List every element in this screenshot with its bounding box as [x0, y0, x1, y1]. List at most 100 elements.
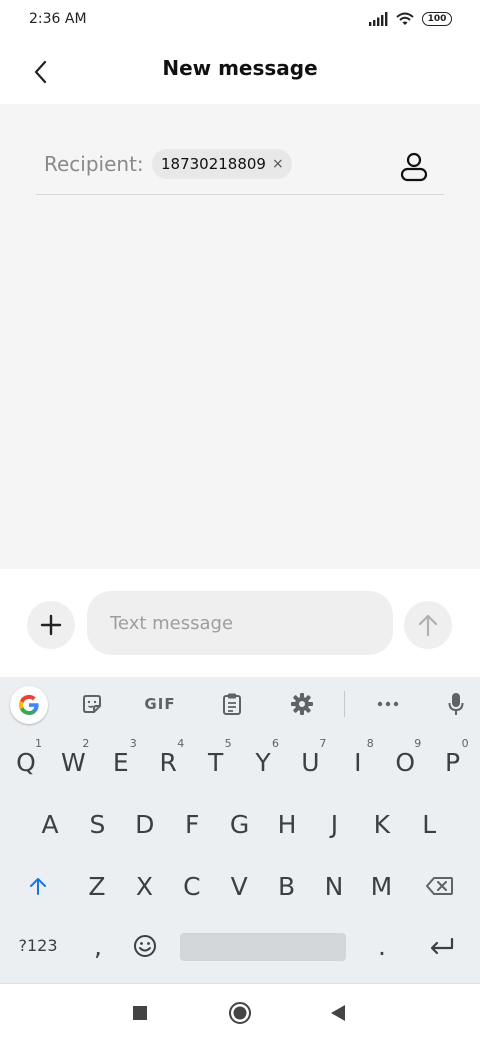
signal-icon: [369, 12, 388, 26]
key-h[interactable]: H: [263, 795, 311, 853]
send-button[interactable]: [404, 601, 452, 649]
page-title: New message: [162, 56, 318, 80]
voice-input-button[interactable]: [440, 688, 472, 720]
sticker-button[interactable]: [76, 688, 108, 720]
remove-recipient-icon[interactable]: ×: [272, 156, 284, 172]
key-label: M: [370, 871, 393, 901]
recipient-label: Recipient:: [44, 152, 144, 176]
back-arrow-icon: [34, 60, 47, 84]
key-label: I: [354, 747, 362, 777]
enter-key[interactable]: [418, 917, 466, 975]
key-e[interactable]: E3: [97, 733, 145, 791]
back-button[interactable]: [24, 56, 56, 88]
wifi-icon: [396, 12, 414, 25]
key-w[interactable]: W2: [49, 733, 97, 791]
key-n[interactable]: N: [310, 857, 358, 915]
key-o[interactable]: O9: [381, 733, 429, 791]
key-a[interactable]: A: [26, 795, 74, 853]
sticker-icon: [83, 695, 101, 713]
key-label: V: [230, 871, 248, 901]
header: New message: [0, 40, 480, 104]
send-arrow-icon: [418, 614, 438, 637]
more-button[interactable]: [372, 688, 404, 720]
gif-button[interactable]: GIF: [140, 688, 180, 720]
key-j[interactable]: J: [310, 795, 358, 853]
key-f[interactable]: F: [168, 795, 216, 853]
key-l[interactable]: L: [405, 795, 453, 853]
period-key[interactable]: .: [358, 917, 406, 975]
space-key[interactable]: [180, 933, 346, 961]
message-content-area: Recipient: 18730218809 ×: [0, 104, 480, 569]
enter-icon: [430, 937, 454, 955]
clipboard-button[interactable]: [216, 688, 248, 720]
key-label: K: [373, 809, 390, 839]
key-hint-number: 5: [224, 737, 232, 750]
key-hint-number: 8: [366, 737, 374, 750]
gear-icon: [291, 693, 313, 715]
key-label: Z: [88, 871, 106, 901]
comma-key[interactable]: ,: [74, 917, 122, 975]
square-icon: [133, 1006, 147, 1020]
key-label: A: [41, 809, 59, 839]
key-label: Q: [16, 747, 36, 777]
key-m[interactable]: M: [357, 857, 405, 915]
key-label: L: [422, 809, 437, 839]
key-p[interactable]: P0: [429, 733, 477, 791]
key-label: R: [159, 747, 177, 777]
emoji-icon: [134, 935, 156, 957]
home-button[interactable]: [225, 998, 255, 1028]
key-x[interactable]: X: [120, 857, 168, 915]
key-label: T: [207, 747, 224, 777]
key-hint-number: 1: [35, 737, 42, 750]
clipboard-icon: [223, 693, 241, 715]
key-r[interactable]: R4: [144, 733, 192, 791]
key-c[interactable]: C: [168, 857, 216, 915]
key-k[interactable]: K: [358, 795, 406, 853]
shift-icon: [30, 878, 46, 895]
key-t[interactable]: T5: [192, 733, 240, 791]
recipient-chip-number: 18730218809: [161, 155, 266, 173]
key-label: D: [135, 809, 155, 839]
add-attachment-button[interactable]: [27, 601, 75, 649]
key-y[interactable]: Y6: [239, 733, 287, 791]
backspace-icon: [426, 877, 453, 895]
key-b[interactable]: B: [263, 857, 311, 915]
contact-icon: [400, 152, 428, 182]
key-label: H: [277, 809, 297, 839]
shift-key[interactable]: [14, 857, 62, 915]
back-nav-button[interactable]: [323, 998, 353, 1028]
google-search-button[interactable]: [10, 686, 48, 724]
compose-bar: [0, 569, 480, 677]
backspace-key[interactable]: [416, 857, 464, 915]
key-label: S: [89, 809, 106, 839]
key-label: B: [278, 871, 296, 901]
contacts-button[interactable]: [394, 150, 434, 184]
google-icon: [18, 694, 39, 715]
message-input[interactable]: [87, 591, 393, 655]
settings-button[interactable]: [286, 688, 318, 720]
key-q[interactable]: Q1: [2, 733, 50, 791]
key-hint-number: 3: [129, 737, 137, 750]
key-hint-number: 9: [414, 737, 422, 750]
recents-button[interactable]: [125, 998, 155, 1028]
key-hint-number: 0: [461, 737, 469, 750]
key-u[interactable]: U7: [286, 733, 334, 791]
key-hint-number: 4: [177, 737, 185, 750]
key-i[interactable]: I8: [334, 733, 382, 791]
key-label: J: [330, 809, 339, 839]
symbols-key-label: ?123: [18, 936, 58, 955]
recipient-chip[interactable]: 18730218809 ×: [152, 149, 292, 179]
emoji-key[interactable]: [121, 917, 169, 975]
keyboard: G I F ?123 , . Q 1 W 2 E 3 R 4 T 5 Y 6 U 7…: [0, 677, 480, 983]
key-v[interactable]: V: [215, 857, 263, 915]
comma-key-label: ,: [94, 931, 102, 961]
key-s[interactable]: S: [73, 795, 121, 853]
symbols-key[interactable]: ?123: [12, 917, 64, 975]
key-z[interactable]: Z: [73, 857, 121, 915]
key-hint-number: 6: [272, 737, 279, 750]
key-d[interactable]: D: [121, 795, 169, 853]
keyboard-toolbar: GIF: [0, 677, 480, 731]
status-time: 2:36 AM: [29, 11, 87, 27]
key-g[interactable]: G: [216, 795, 264, 853]
key-label: U: [301, 747, 320, 777]
